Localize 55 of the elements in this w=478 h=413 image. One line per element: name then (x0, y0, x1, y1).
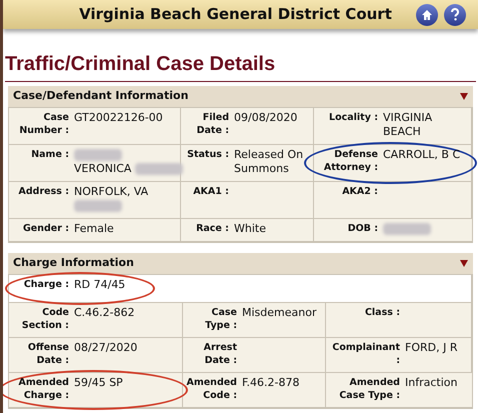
section-title: Charge Information (13, 255, 134, 272)
field-label: Status : (186, 148, 229, 162)
field-value: Female (74, 222, 114, 236)
field-label: Charge : (22, 278, 69, 292)
field-label: AKA2 : (341, 185, 378, 199)
section-header[interactable]: Case/Defendant Information (8, 86, 473, 107)
field-value: GT20022126-00 (74, 111, 163, 126)
field-value: Infraction (405, 376, 458, 391)
field-value: RD 74/45 (74, 278, 126, 293)
collapse-triangle-icon (460, 260, 468, 267)
field-label: Complainant : (331, 341, 400, 367)
section-title: Case/Defendant Information (13, 88, 188, 104)
field-label: Locality : (328, 111, 378, 125)
field-label: Class : (364, 306, 400, 320)
field-value: CARROLL, B C (383, 148, 460, 163)
redacted-blur (74, 149, 122, 161)
section-header[interactable]: Charge Information (8, 253, 473, 274)
field-label: Case Number : (18, 111, 69, 138)
field-label: Case Type : (204, 306, 237, 332)
help-button[interactable] (444, 4, 466, 26)
field-label: Amended Case Type : (338, 376, 400, 402)
field-label: Gender : (22, 222, 69, 236)
field-value: C.46.2-862 (74, 306, 135, 321)
home-button[interactable] (416, 4, 438, 26)
field-value: VERONICA (74, 162, 132, 176)
field-label: Code Section : (20, 306, 69, 332)
redacted-blur (383, 223, 431, 235)
question-icon (450, 8, 460, 21)
field-value: F.46.2-878 (242, 376, 300, 391)
field-label: Filed Date : (196, 111, 229, 138)
field-label: Race : (195, 222, 229, 236)
page-title: Traffic/Criminal Case Details (5, 49, 476, 82)
field-label: Amended Code : (185, 376, 237, 402)
field-value: Released On Summons (234, 148, 304, 176)
field-value: 59/45 SP (74, 376, 123, 391)
field-value: NORFOLK, VA (74, 185, 148, 199)
field-label: Defense Attorney : (322, 148, 378, 175)
field-label: Amended Charge : (17, 376, 69, 402)
redacted-blur (74, 200, 122, 212)
collapse-triangle-icon (460, 93, 468, 100)
field-label: Arrest Date : (202, 341, 237, 367)
field-value: 08/27/2020 (74, 341, 138, 356)
field-value: VIRGINIA BEACH (383, 111, 434, 139)
home-icon (421, 8, 433, 20)
court-title: Virginia Beach General District Court (79, 4, 392, 26)
redacted-blur (135, 163, 184, 175)
field-label: Address : (18, 185, 69, 199)
field-label: Offense Date : (26, 341, 69, 367)
field-label: Name : (30, 148, 69, 162)
field-value: Misdemeanor (242, 306, 316, 321)
field-value: White (234, 222, 266, 236)
field-value: FORD, J R (405, 341, 458, 356)
field-label: DOB : (346, 222, 378, 236)
field-value: 09/08/2020 (234, 111, 298, 126)
field-label: AKA1 : (192, 185, 229, 199)
